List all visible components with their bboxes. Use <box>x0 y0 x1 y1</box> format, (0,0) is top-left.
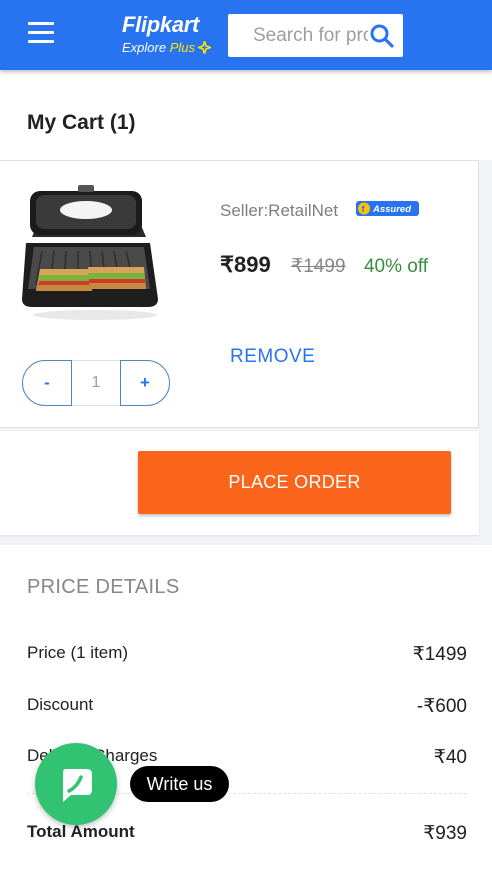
quantity-field[interactable]: 1 <box>72 360 120 406</box>
total-amount-label: Total Amount <box>27 822 135 841</box>
assured-badge-text: Assured <box>372 204 411 215</box>
decrease-quantity-button[interactable]: - <box>22 360 72 406</box>
seller-name: Seller:RetailNet <box>220 201 339 220</box>
discount-label: Discount <box>27 695 94 714</box>
original-price: ₹1499 <box>291 256 346 277</box>
flipkart-assured-badge-icon: f Assured <box>356 201 419 216</box>
price-row: ₹899 ₹1499 40% off <box>220 252 428 278</box>
search-box <box>228 14 403 57</box>
write-us-button[interactable]: Write us <box>130 766 229 802</box>
hamburger-menu-icon[interactable] <box>28 22 54 44</box>
discount-percent: 40% off <box>363 256 429 277</box>
price-label: Price (1 item) <box>27 643 129 662</box>
search-icon[interactable] <box>369 23 395 49</box>
delivery-charges-value: ₹40 <box>433 747 467 768</box>
place-order-bar: PLACE ORDER <box>0 431 479 535</box>
logo-wordmark: Flipkart <box>122 12 200 37</box>
price-details-title: PRICE DETAILS <box>27 576 180 598</box>
cart-item-card: Seller:RetailNet f Assured ₹899 ₹1499 40… <box>0 160 479 428</box>
place-order-button[interactable]: PLACE ORDER <box>138 451 451 514</box>
remove-button[interactable]: REMOVE <box>230 346 315 368</box>
logo-plus-text: Plus <box>169 40 195 55</box>
discount-value: -₹600 <box>416 696 467 717</box>
logo-explore-text: Explore <box>122 40 167 55</box>
increase-quantity-button[interactable]: + <box>120 360 170 406</box>
chat-button[interactable] <box>35 743 117 825</box>
total-amount-value: ₹939 <box>423 823 467 844</box>
flipkart-logo[interactable]: Flipkart Explore Plus <box>122 12 222 58</box>
plus-star-icon <box>195 38 214 57</box>
quantity-stepper: - 1 + <box>22 360 170 406</box>
final-price: ₹899 <box>220 252 271 277</box>
price-value: ₹1499 <box>412 644 467 665</box>
top-header: Flipkart Explore Plus <box>0 0 492 70</box>
cart-title-bar: My Cart (1) <box>0 70 492 160</box>
logo-tagline: Explore Plus <box>122 38 214 57</box>
page-title: My Cart (1) <box>27 111 136 134</box>
search-input[interactable] <box>228 14 368 57</box>
sandwich-maker-product-image[interactable] <box>20 185 162 325</box>
chat-bubble-icon <box>63 769 92 802</box>
